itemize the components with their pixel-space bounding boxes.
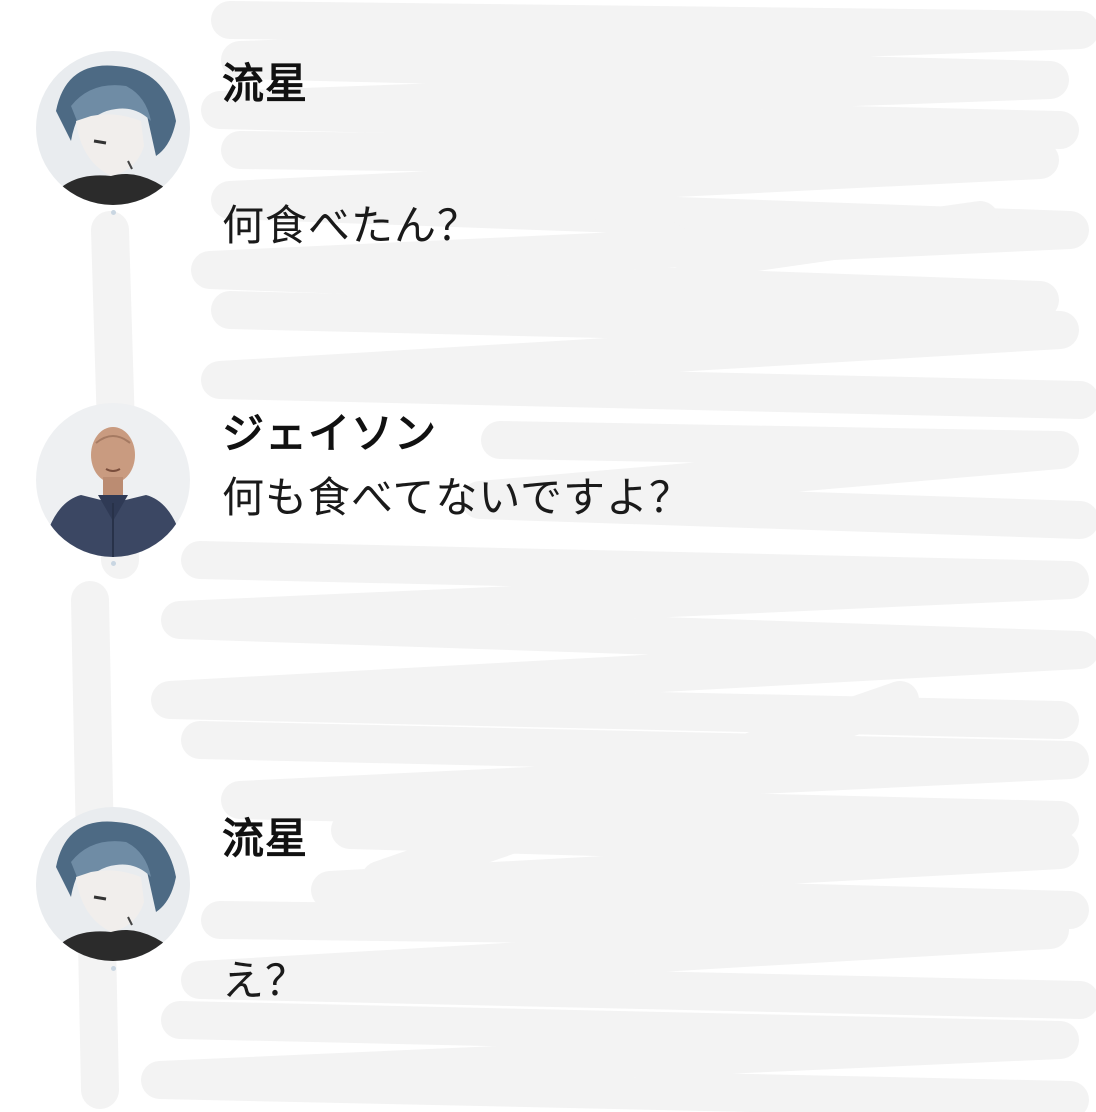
divider-dot xyxy=(111,966,116,971)
message-text: 何食べたん？ xyxy=(222,201,481,250)
sender-name: 流星 xyxy=(222,59,309,108)
avatar[interactable] xyxy=(36,51,190,205)
message-text: え？ xyxy=(222,956,309,1005)
divider-dot xyxy=(111,210,116,215)
divider-dot xyxy=(111,561,116,566)
anime-boy-avatar-icon xyxy=(36,807,190,961)
avatar[interactable] xyxy=(36,807,190,961)
anime-boy-avatar-icon xyxy=(36,51,190,205)
avatar[interactable] xyxy=(36,403,190,557)
man-in-shirt-avatar-icon xyxy=(36,403,190,557)
sender-name: 流星 xyxy=(222,814,309,863)
message-text: 何も食べてないですよ？ xyxy=(222,473,693,522)
sender-name: ジェイソン xyxy=(222,409,438,458)
